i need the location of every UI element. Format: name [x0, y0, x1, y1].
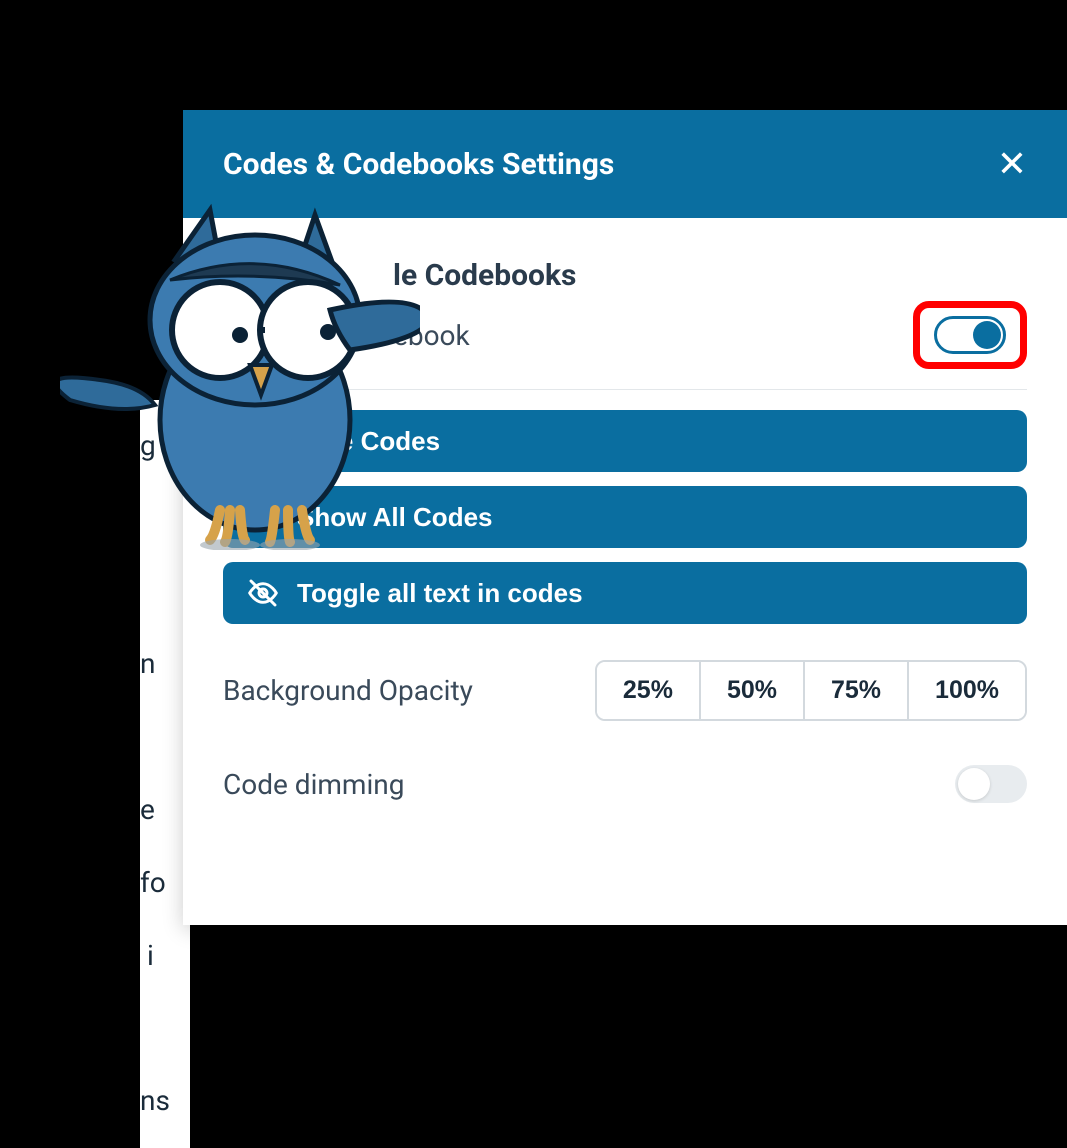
- eye-off-icon: [247, 577, 279, 609]
- codebook-toggle[interactable]: [934, 316, 1006, 354]
- toggle-text-button[interactable]: Toggle all text in codes: [223, 562, 1027, 624]
- opacity-label: Background Opacity: [223, 674, 473, 707]
- dimming-label: Code dimming: [223, 768, 404, 801]
- dimming-row: Code dimming: [223, 743, 1027, 825]
- opacity-75-button[interactable]: 75%: [805, 662, 909, 719]
- opacity-segmented-control: 25% 50% 75% 100%: [595, 660, 1027, 721]
- opacity-row: Background Opacity 25% 50% 75% 100%: [223, 638, 1027, 743]
- close-icon[interactable]: ✕: [997, 146, 1027, 182]
- toggle-text-label: Toggle all text in codes: [297, 578, 583, 609]
- highlight-annotation: [913, 301, 1027, 369]
- opacity-25-button[interactable]: 25%: [597, 662, 701, 719]
- section-codebooks-title: le Codebooks: [393, 258, 1027, 293]
- toggle-knob: [958, 768, 990, 800]
- owl-mascot: [60, 190, 420, 550]
- modal-title: Codes & Codebooks Settings: [223, 147, 614, 182]
- dimming-toggle[interactable]: [955, 765, 1027, 803]
- toggle-knob: [973, 321, 1001, 349]
- opacity-100-button[interactable]: 100%: [909, 662, 1025, 719]
- opacity-50-button[interactable]: 50%: [701, 662, 805, 719]
